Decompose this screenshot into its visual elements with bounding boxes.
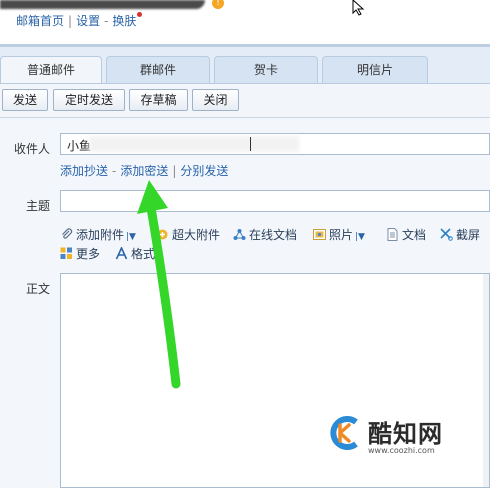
save-draft-button[interactable]: 存草稿 xyxy=(129,89,188,111)
add-attachment-button[interactable]: 添加附件 |▼ xyxy=(60,227,136,243)
photo-button[interactable]: 照片 |▼ xyxy=(313,227,365,243)
compose-toolbar: 发送 定时发送 存草稿 关闭 xyxy=(0,83,490,118)
link-dash: - xyxy=(112,164,117,178)
add-attachment-label: 添加附件 xyxy=(76,228,125,242)
screenshot-label: 截屏 xyxy=(456,228,481,242)
text-format-icon xyxy=(115,247,128,260)
recipient-options: 添加抄送 - 添加密送 | 分别发送 xyxy=(60,162,228,179)
recipient-label: 收件人 xyxy=(14,142,51,156)
close-button[interactable]: 关闭 xyxy=(192,89,239,111)
watermark-brand: 酷知网 xyxy=(368,420,443,448)
settings-link[interactable]: 设置 xyxy=(76,14,100,28)
document-label: 文档 xyxy=(402,228,427,242)
paperclip-icon xyxy=(62,228,73,239)
separate-send-link[interactable]: 分别发送 xyxy=(180,164,228,178)
blurred-account-bar xyxy=(0,0,205,9)
subject-field[interactable] xyxy=(60,190,490,212)
watermark-url: www.coozhi.com xyxy=(368,446,435,455)
large-attachment-icon xyxy=(157,229,168,240)
tab-group-mail[interactable]: 群邮件 xyxy=(106,56,210,83)
blurred-recipient-address xyxy=(89,136,299,152)
coozhi-logo-icon xyxy=(330,416,358,450)
format-button[interactable]: 格式 xyxy=(115,246,155,262)
nav-dash: - xyxy=(104,14,109,28)
photo-icon xyxy=(313,229,326,240)
recipient-value: 小鱼 xyxy=(67,139,92,153)
tab-normal-mail[interactable]: 普通邮件 xyxy=(0,56,102,84)
top-nav: 邮箱首页 | 设置 - 换肤 xyxy=(16,12,143,29)
attachment-dropdown-icon[interactable]: |▼ xyxy=(126,229,136,245)
skin-link[interactable]: 换肤 xyxy=(112,14,136,28)
document-button[interactable]: 文档 xyxy=(386,227,426,243)
link-separator: | xyxy=(172,164,177,178)
new-indicator-dot xyxy=(137,12,143,17)
mail-home-link[interactable]: 邮箱首页 xyxy=(16,14,64,28)
warning-icon: ! xyxy=(212,0,224,9)
tab-postcard[interactable]: 明信片 xyxy=(322,56,428,83)
online-doc-button[interactable]: 在线文档 xyxy=(233,227,297,243)
online-doc-label: 在线文档 xyxy=(249,228,298,242)
share-nodes-icon xyxy=(233,229,246,240)
nav-separator: | xyxy=(68,14,73,28)
subject-label: 主题 xyxy=(26,199,51,213)
document-icon xyxy=(387,228,398,241)
add-cc-link[interactable]: 添加抄送 xyxy=(60,164,108,178)
scheduled-send-button[interactable]: 定时发送 xyxy=(53,89,125,111)
large-attachment-label: 超大附件 xyxy=(172,228,221,242)
watermark: 酷知网 www.coozhi.com xyxy=(326,414,456,464)
screenshot-button[interactable]: 截屏 xyxy=(440,227,480,243)
send-button[interactable]: 发送 xyxy=(2,89,48,111)
compose-tabs: 普通邮件 群邮件 贺卡 明信片 xyxy=(0,47,490,84)
add-bcc-link[interactable]: 添加密送 xyxy=(120,164,168,178)
large-attachment-button[interactable]: 超大附件 xyxy=(156,227,220,243)
mouse-cursor-icon xyxy=(352,0,365,16)
photo-dropdown-icon[interactable]: |▼ xyxy=(355,229,365,245)
body-label: 正文 xyxy=(26,282,51,296)
editor-scrollbar[interactable] xyxy=(483,274,489,487)
tab-greeting-card[interactable]: 贺卡 xyxy=(214,56,318,83)
format-label: 格式 xyxy=(131,247,156,261)
text-caret xyxy=(250,137,251,151)
more-label: 更多 xyxy=(76,247,101,261)
photo-label: 照片 xyxy=(329,228,354,242)
scissors-icon xyxy=(440,228,453,241)
top-bar: ! 邮箱首页 | 设置 - 换肤 xyxy=(0,0,490,44)
more-button[interactable]: 更多 xyxy=(60,246,100,262)
recipient-field[interactable]: 小鱼 xyxy=(60,133,490,155)
grid-icon xyxy=(60,247,72,259)
